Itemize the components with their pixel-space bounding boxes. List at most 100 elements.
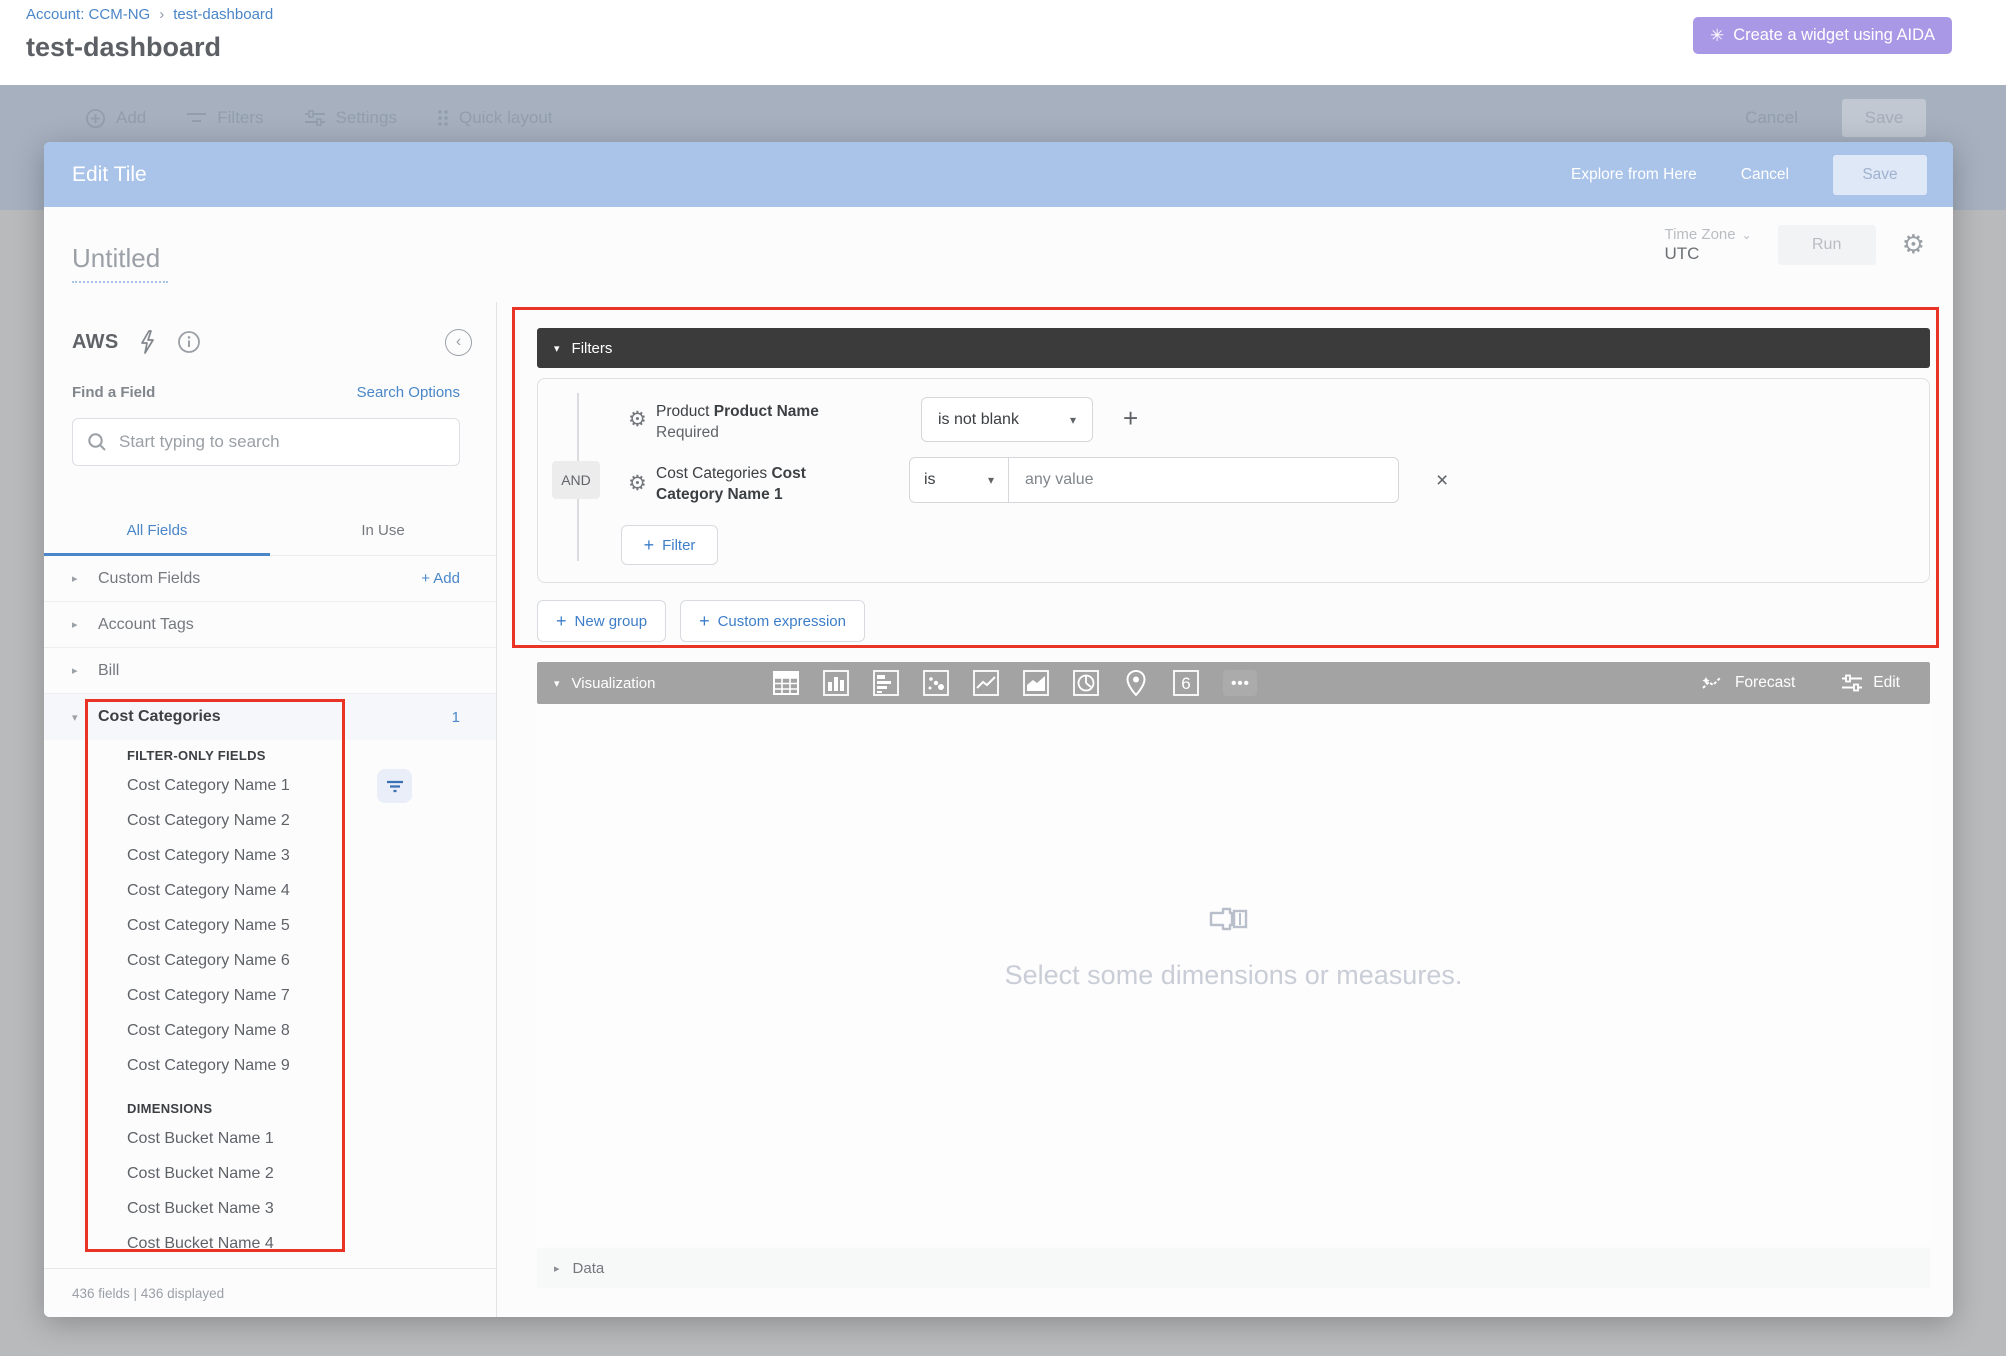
run-button[interactable]: Run <box>1778 225 1876 265</box>
plus-icon: + <box>699 611 710 632</box>
bar-chart-icon[interactable] <box>873 670 899 696</box>
lightning-bolt-icon <box>140 330 155 354</box>
field-group-account-tags[interactable]: ▸ Account Tags <box>44 602 496 648</box>
chevron-down-icon: ▾ <box>988 473 994 487</box>
field-item[interactable]: Cost Category Name 4 <box>127 873 496 908</box>
field-search-input[interactable] <box>119 432 445 452</box>
filter-icon <box>386 780 404 793</box>
filter-field-label: Product Product Name Required <box>656 401 851 443</box>
filter-operator-dropdown[interactable]: is not blank ▾ <box>921 397 1093 442</box>
and-connector-chip[interactable]: AND <box>552 461 600 499</box>
time-zone-selector[interactable]: Time Zone ⌄ UTC <box>1664 226 1751 264</box>
field-item[interactable]: Cost Bucket Name 3 <box>127 1191 496 1226</box>
page-title: test-dashboard <box>26 32 221 63</box>
chevron-right-icon: ▸ <box>554 1262 560 1275</box>
query-settings-gear-icon[interactable]: ⚙ <box>1902 232 1925 258</box>
tab-all-fields[interactable]: All Fields <box>44 505 270 555</box>
fields-count-footer: 436 fields | 436 displayed <box>44 1268 496 1317</box>
field-item[interactable]: Cost Category Name 9 <box>127 1048 496 1083</box>
filter-by-field-button[interactable] <box>377 769 412 803</box>
modal-save-button[interactable]: Save <box>1833 155 1927 195</box>
field-item[interactable]: Cost Bucket Name 4 <box>127 1226 496 1261</box>
field-item[interactable]: Cost Category Name 6 <box>127 943 496 978</box>
field-group-cost-categories[interactable]: ▾ Cost Categories 1 <box>44 694 496 740</box>
filter-field-label: Cost Categories Cost Category Name 1 <box>656 463 841 505</box>
map-icon[interactable] <box>1123 670 1149 696</box>
filter-value-input[interactable] <box>1009 457 1399 503</box>
scatter-plot-icon[interactable] <box>923 670 949 696</box>
add-custom-field-button[interactable]: + Add <box>421 570 460 587</box>
filter-operator-dropdown[interactable]: is ▾ <box>909 457 1009 503</box>
aida-button-label: Create a widget using AIDA <box>1733 26 1935 45</box>
explore-name: AWS <box>72 331 118 354</box>
field-group-custom-fields[interactable]: ▸ Custom Fields + Add <box>44 556 496 602</box>
flashlight-icon <box>1209 904 1257 934</box>
breadcrumb-account-link[interactable]: Account: CCM-NG <box>26 6 150 23</box>
time-zone-value: UTC <box>1664 244 1751 264</box>
breadcrumb-separator-icon: › <box>159 6 164 23</box>
field-item[interactable]: Cost Bucket Name 1 <box>127 1121 496 1156</box>
time-zone-caret-icon: ⌄ <box>1742 228 1752 242</box>
tile-toolbar: Untitled Time Zone ⌄ UTC Run ⚙ <box>44 207 1953 302</box>
field-item[interactable]: Cost Category Name 5 <box>127 908 496 943</box>
field-item[interactable]: Cost Bucket Name 2 <box>127 1156 496 1191</box>
edit-tile-header: Edit Tile Explore from Here Cancel Save <box>44 142 1953 207</box>
field-item[interactable]: Cost Category Name 1 <box>127 768 496 803</box>
field-item[interactable]: Cost Category Name 7 <box>127 978 496 1013</box>
area-chart-icon[interactable] <box>1023 670 1049 696</box>
table-icon[interactable] <box>773 670 799 696</box>
edit-visualization-button[interactable]: Edit <box>1841 674 1900 692</box>
data-section-header[interactable]: ▸ Data <box>537 1248 1930 1288</box>
find-a-field-label: Find a Field <box>72 384 155 401</box>
filter-settings-gear-icon[interactable]: ⚙ <box>628 407 647 431</box>
dashboard-cancel-button: Cancel <box>1745 108 1798 128</box>
add-filter-button[interactable]: + Filter <box>621 525 718 565</box>
remove-filter-button[interactable]: × <box>1436 469 1448 493</box>
column-chart-icon[interactable] <box>823 670 849 696</box>
filter-lines-icon <box>186 110 207 126</box>
forecast-button[interactable]: Forecast <box>1701 674 1795 692</box>
tab-in-use[interactable]: In Use <box>270 505 496 555</box>
visualization-section-header[interactable]: ▾ Visualization <box>537 662 1930 704</box>
new-group-button[interactable]: + New group <box>537 600 666 642</box>
modal-cancel-button[interactable]: Cancel <box>1741 166 1789 184</box>
pie-chart-icon[interactable] <box>1073 670 1099 696</box>
custom-expression-button[interactable]: + Custom expression <box>680 600 865 642</box>
visualization-canvas: Select some dimensions or measures. <box>537 704 1930 1242</box>
breadcrumb: Account: CCM-NG › test-dashboard <box>26 6 273 23</box>
field-group-bill[interactable]: ▸ Bill <box>44 648 496 694</box>
dashboard-filters-button: Filters <box>186 108 263 128</box>
field-item[interactable]: Cost Category Name 8 <box>127 1013 496 1048</box>
filters-section-header[interactable]: ▾ Filters <box>537 328 1930 368</box>
filter-settings-gear-icon[interactable]: ⚙ <box>628 471 647 495</box>
search-options-link[interactable]: Search Options <box>357 384 460 401</box>
field-search-box[interactable] <box>72 418 460 466</box>
create-widget-aida-button[interactable]: ✳ Create a widget using AIDA <box>1693 17 1952 54</box>
more-options-icon[interactable]: ••• <box>1223 670 1257 696</box>
drag-dots-icon <box>437 109 449 127</box>
collapse-sidebar-button[interactable]: ‹ <box>445 329 472 356</box>
aida-sparkle-icon: ✳ <box>1710 26 1724 46</box>
field-item[interactable]: Cost Category Name 2 <box>127 803 496 838</box>
line-chart-icon[interactable] <box>973 670 999 696</box>
chevron-right-icon: ▸ <box>72 618 98 631</box>
add-filter-value-button[interactable]: + <box>1123 403 1138 434</box>
single-value-icon[interactable]: 6 <box>1173 670 1199 696</box>
filters-panel: ⚙ Product Product Name Required is not b… <box>537 378 1930 583</box>
explore-from-here-button[interactable]: Explore from Here <box>1571 166 1697 184</box>
page: Account: CCM-NG › test-dashboard test-da… <box>0 0 2006 1356</box>
plus-icon: + <box>556 611 567 632</box>
field-item[interactable]: Cost Category Name 3 <box>127 838 496 873</box>
field-picker-sidebar: AWS ‹ Find a Field Search Options All Fi… <box>44 302 497 1317</box>
query-main-area: ▾ Filters ⚙ Product Product Name Require… <box>497 302 1953 1317</box>
info-icon[interactable] <box>177 330 201 354</box>
dashboard-quick-layout-button: Quick layout <box>437 108 553 128</box>
modal-title: Edit Tile <box>72 163 147 187</box>
tile-title-input[interactable]: Untitled <box>72 243 168 283</box>
viz-type-picker: 6 ••• <box>773 670 1257 696</box>
edit-tile-modal: Edit Tile Explore from Here Cancel Save … <box>44 142 1953 1317</box>
chevron-down-icon: ▾ <box>554 342 560 355</box>
breadcrumb-current-link[interactable]: test-dashboard <box>173 6 273 23</box>
sliders-icon <box>1841 674 1863 692</box>
chevron-left-icon: ‹ <box>456 333 461 351</box>
